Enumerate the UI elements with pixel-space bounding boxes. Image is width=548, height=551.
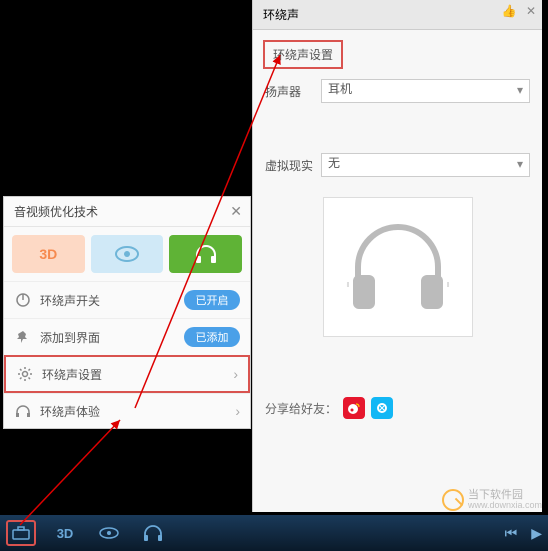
prev-button[interactable]: ⏮	[505, 525, 518, 542]
toolbox-button[interactable]	[6, 520, 36, 546]
play-button[interactable]: ▶	[531, 525, 542, 542]
vr-select[interactable]: 无	[321, 153, 530, 177]
headphones-icon	[142, 524, 164, 542]
headphones-icon	[194, 244, 218, 264]
eye-icon	[99, 527, 119, 539]
vr-label: 虚拟现实	[265, 157, 321, 174]
qzone-icon[interactable]	[371, 397, 393, 419]
add-to-ui-label: 添加到界面	[40, 329, 184, 346]
add-to-ui-row[interactable]: 添加到界面 已添加	[4, 318, 250, 355]
watermark: 当下软件园 www.downxia.com	[442, 489, 542, 511]
surround-settings-label: 环绕声设置	[42, 366, 233, 383]
chevron-right-icon: ›	[235, 403, 240, 419]
thumbs-up-icon[interactable]: 👍	[502, 4, 517, 18]
close-icon[interactable]: ✕	[526, 4, 536, 18]
surround-switch-label: 环绕声开关	[40, 292, 184, 309]
add-to-ui-toggle[interactable]: 已添加	[184, 327, 240, 347]
power-icon	[14, 291, 32, 309]
eye-icon	[115, 246, 139, 262]
audio-optimization-panel: 音视频优化技术 ✕ 3D 环绕声开关 已开启 添加到界面 已添加 环绕声设置 ›	[3, 196, 251, 429]
pin-icon	[14, 328, 32, 346]
watermark-logo-icon	[442, 489, 464, 511]
surround-switch-toggle[interactable]: 已开启	[184, 290, 240, 310]
surround-settings-row[interactable]: 环绕声设置 ›	[4, 355, 250, 393]
player-bottom-bar: 3D ⏮ ▶	[0, 515, 548, 551]
headphones-small-icon	[14, 402, 32, 420]
headphone-preview	[323, 197, 473, 337]
weibo-icon[interactable]	[343, 397, 365, 419]
share-label: 分享给好友：	[265, 400, 337, 417]
surround-experience-label: 环绕声体验	[40, 403, 235, 420]
chevron-right-icon: ›	[233, 366, 238, 382]
speaker-select[interactable]: 耳机	[321, 79, 530, 103]
panel-title: 音视频优化技术	[14, 205, 98, 219]
speaker-label: 扬声器	[265, 83, 321, 100]
share-row: 分享给好友：	[253, 387, 542, 429]
bar-3d-button[interactable]: 3D	[50, 520, 80, 546]
headphones-large-icon	[343, 217, 453, 317]
mode-3d-button[interactable]: 3D	[12, 235, 85, 273]
right-panel-title-bar: 环绕声 👍 ✕	[253, 0, 542, 30]
bar-eye-button[interactable]	[94, 520, 124, 546]
close-icon[interactable]: ✕	[230, 203, 242, 220]
section-label: 环绕声设置	[263, 40, 343, 69]
surround-switch-row[interactable]: 环绕声开关 已开启	[4, 281, 250, 318]
surround-experience-row[interactable]: 环绕声体验 ›	[4, 393, 250, 428]
panel-header: 音视频优化技术 ✕	[4, 197, 250, 227]
toolbox-icon	[12, 526, 30, 540]
mode-headphones-button[interactable]	[169, 235, 242, 273]
bar-headphones-button[interactable]	[138, 520, 168, 546]
mode-eye-button[interactable]	[91, 235, 164, 273]
gear-icon	[16, 365, 34, 383]
right-panel-title: 环绕声	[263, 8, 299, 22]
surround-settings-panel: 环绕声 👍 ✕ 环绕声设置 扬声器 耳机 虚拟现实 无 分享给好友：	[252, 0, 542, 512]
